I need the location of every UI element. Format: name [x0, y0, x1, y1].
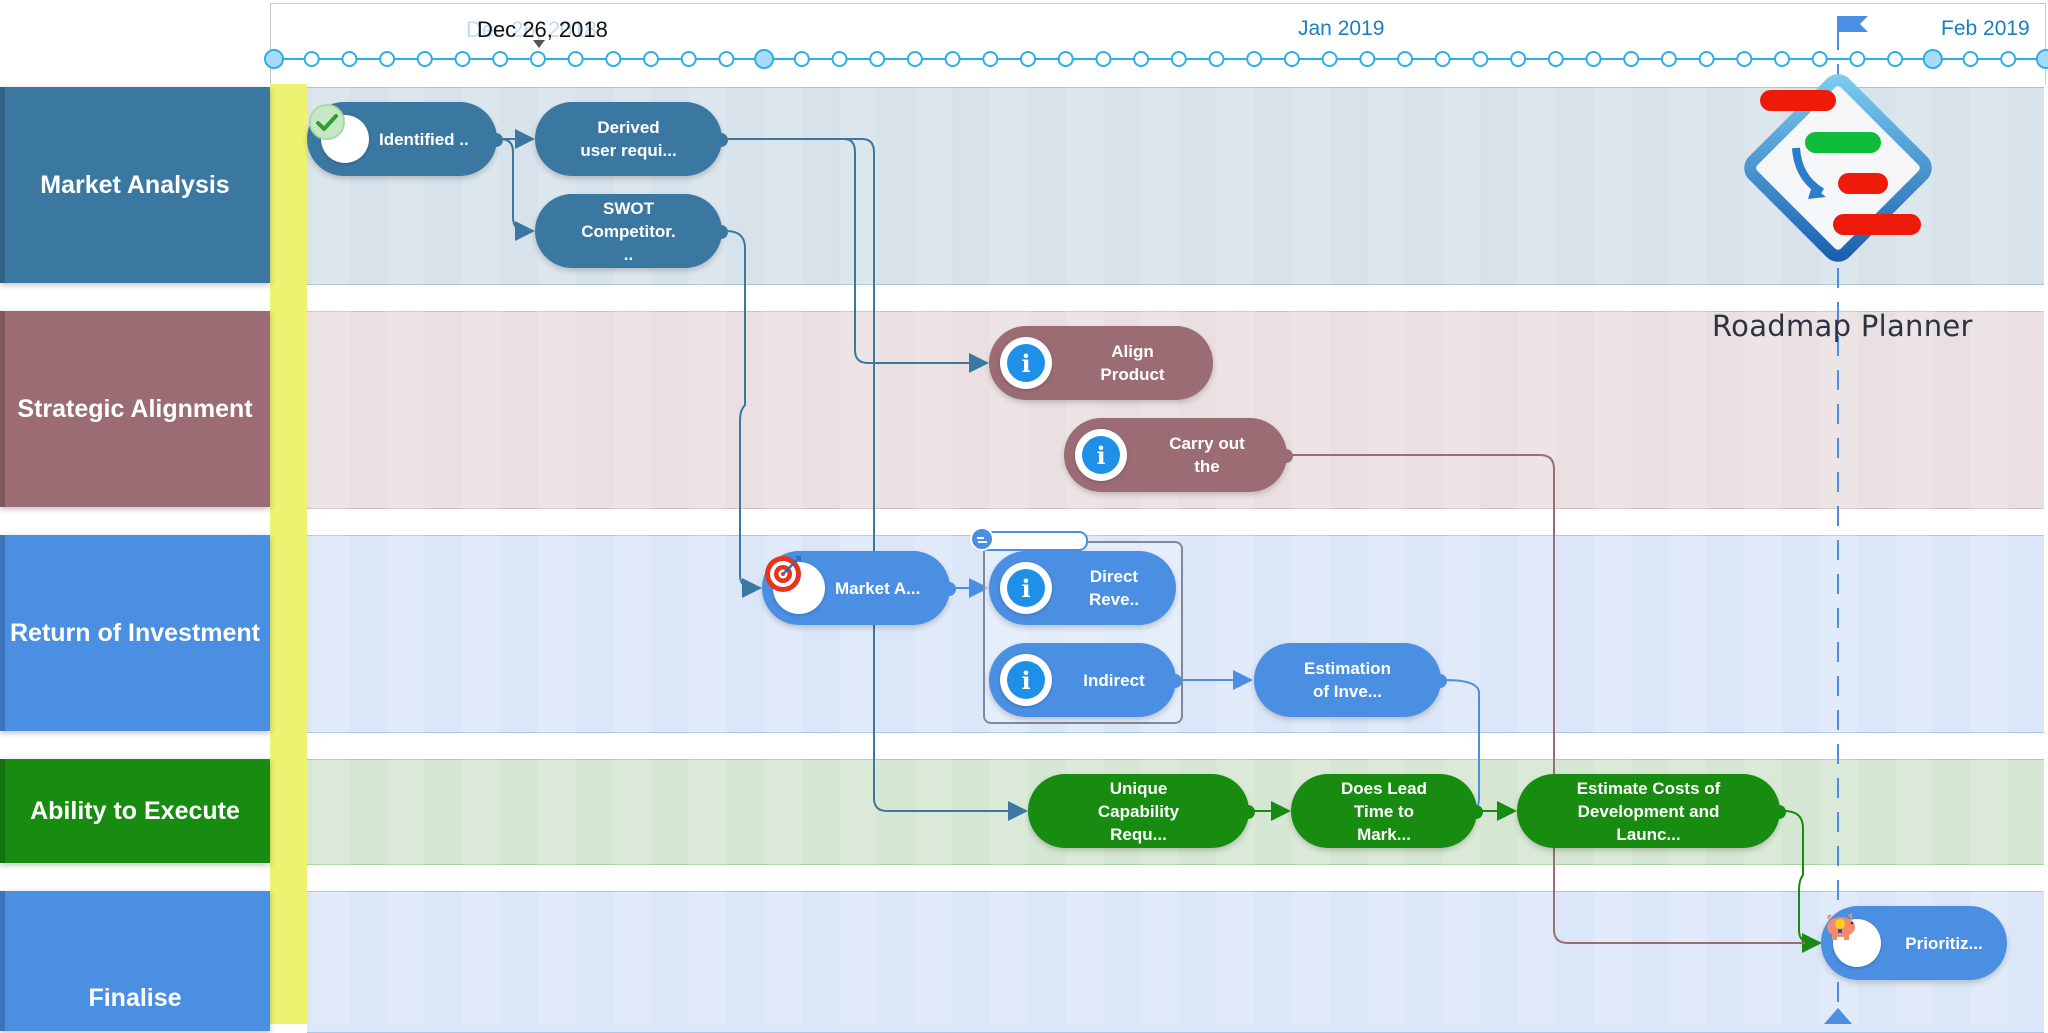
info-icon-wrapper: i: [1000, 654, 1052, 706]
info-icon-wrapper: i: [1000, 337, 1052, 389]
info-icon-wrapper: i: [1075, 429, 1127, 481]
connector-handle[interactable]: [1168, 674, 1182, 688]
task-label: Estimate Costs of Development and Launc.…: [1576, 778, 1721, 844]
task-estimate-costs[interactable]: Estimate Costs of Development and Launc.…: [1517, 774, 1786, 848]
app-title: Roadmap Planner: [1712, 309, 1973, 343]
info-icon-wrapper: i: [1000, 562, 1052, 614]
connector-handle[interactable]: [1279, 449, 1293, 463]
target-icon: [765, 556, 825, 614]
task-label: Indirect: [1083, 670, 1145, 690]
task-market-a[interactable]: Market A...: [762, 551, 956, 625]
task-label: Unique Capability Requ...: [1097, 778, 1180, 844]
task-unique-capability[interactable]: Unique Capability Requ...: [1028, 774, 1255, 848]
task-direct-revenue[interactable]: i Direct Reve..: [989, 551, 1176, 625]
info-icon: i: [1007, 344, 1045, 382]
connector-handle[interactable]: [1433, 674, 1447, 688]
info-icon: i: [1007, 569, 1045, 607]
flag-icon: [1838, 16, 1868, 32]
task-label: Market A...: [835, 578, 921, 598]
roadmap-planner-logo-icon: [1744, 16, 1932, 262]
task-align-product[interactable]: i Align Product: [989, 326, 1213, 400]
collapse-icon: [977, 537, 987, 543]
piggy-bank-idea-icon: [1827, 913, 1881, 967]
task-lead-time[interactable]: Does Lead Time to Mark...: [1291, 774, 1483, 848]
connector-handle[interactable]: [942, 582, 956, 596]
task-indirect[interactable]: i Indirect: [989, 643, 1182, 717]
task-carry-out[interactable]: i Carry out the: [1064, 418, 1293, 492]
task-label: Direct Reve..: [1088, 567, 1140, 609]
connector-handle[interactable]: [1772, 805, 1786, 819]
task-prioritiz[interactable]: Prioritiz...: [1821, 906, 2007, 980]
collapse-group-button[interactable]: [970, 527, 994, 551]
task-label: Estimation of Inve...: [1304, 659, 1391, 701]
task-estimation[interactable]: Estimation of Inve...: [1254, 643, 1447, 717]
task-label: Carry out the: [1169, 434, 1245, 476]
connector-handle[interactable]: [1469, 805, 1483, 819]
task-label: Prioritiz...: [1905, 933, 1983, 953]
connector-costs-prioritiz: [1783, 810, 1822, 953]
info-icon: i: [1082, 436, 1120, 474]
info-icon: i: [1007, 661, 1045, 699]
task-label: Does Lead Time to Mark...: [1341, 778, 1427, 844]
task-label: Align Product: [1100, 342, 1165, 384]
connector-handle[interactable]: [1241, 805, 1255, 819]
